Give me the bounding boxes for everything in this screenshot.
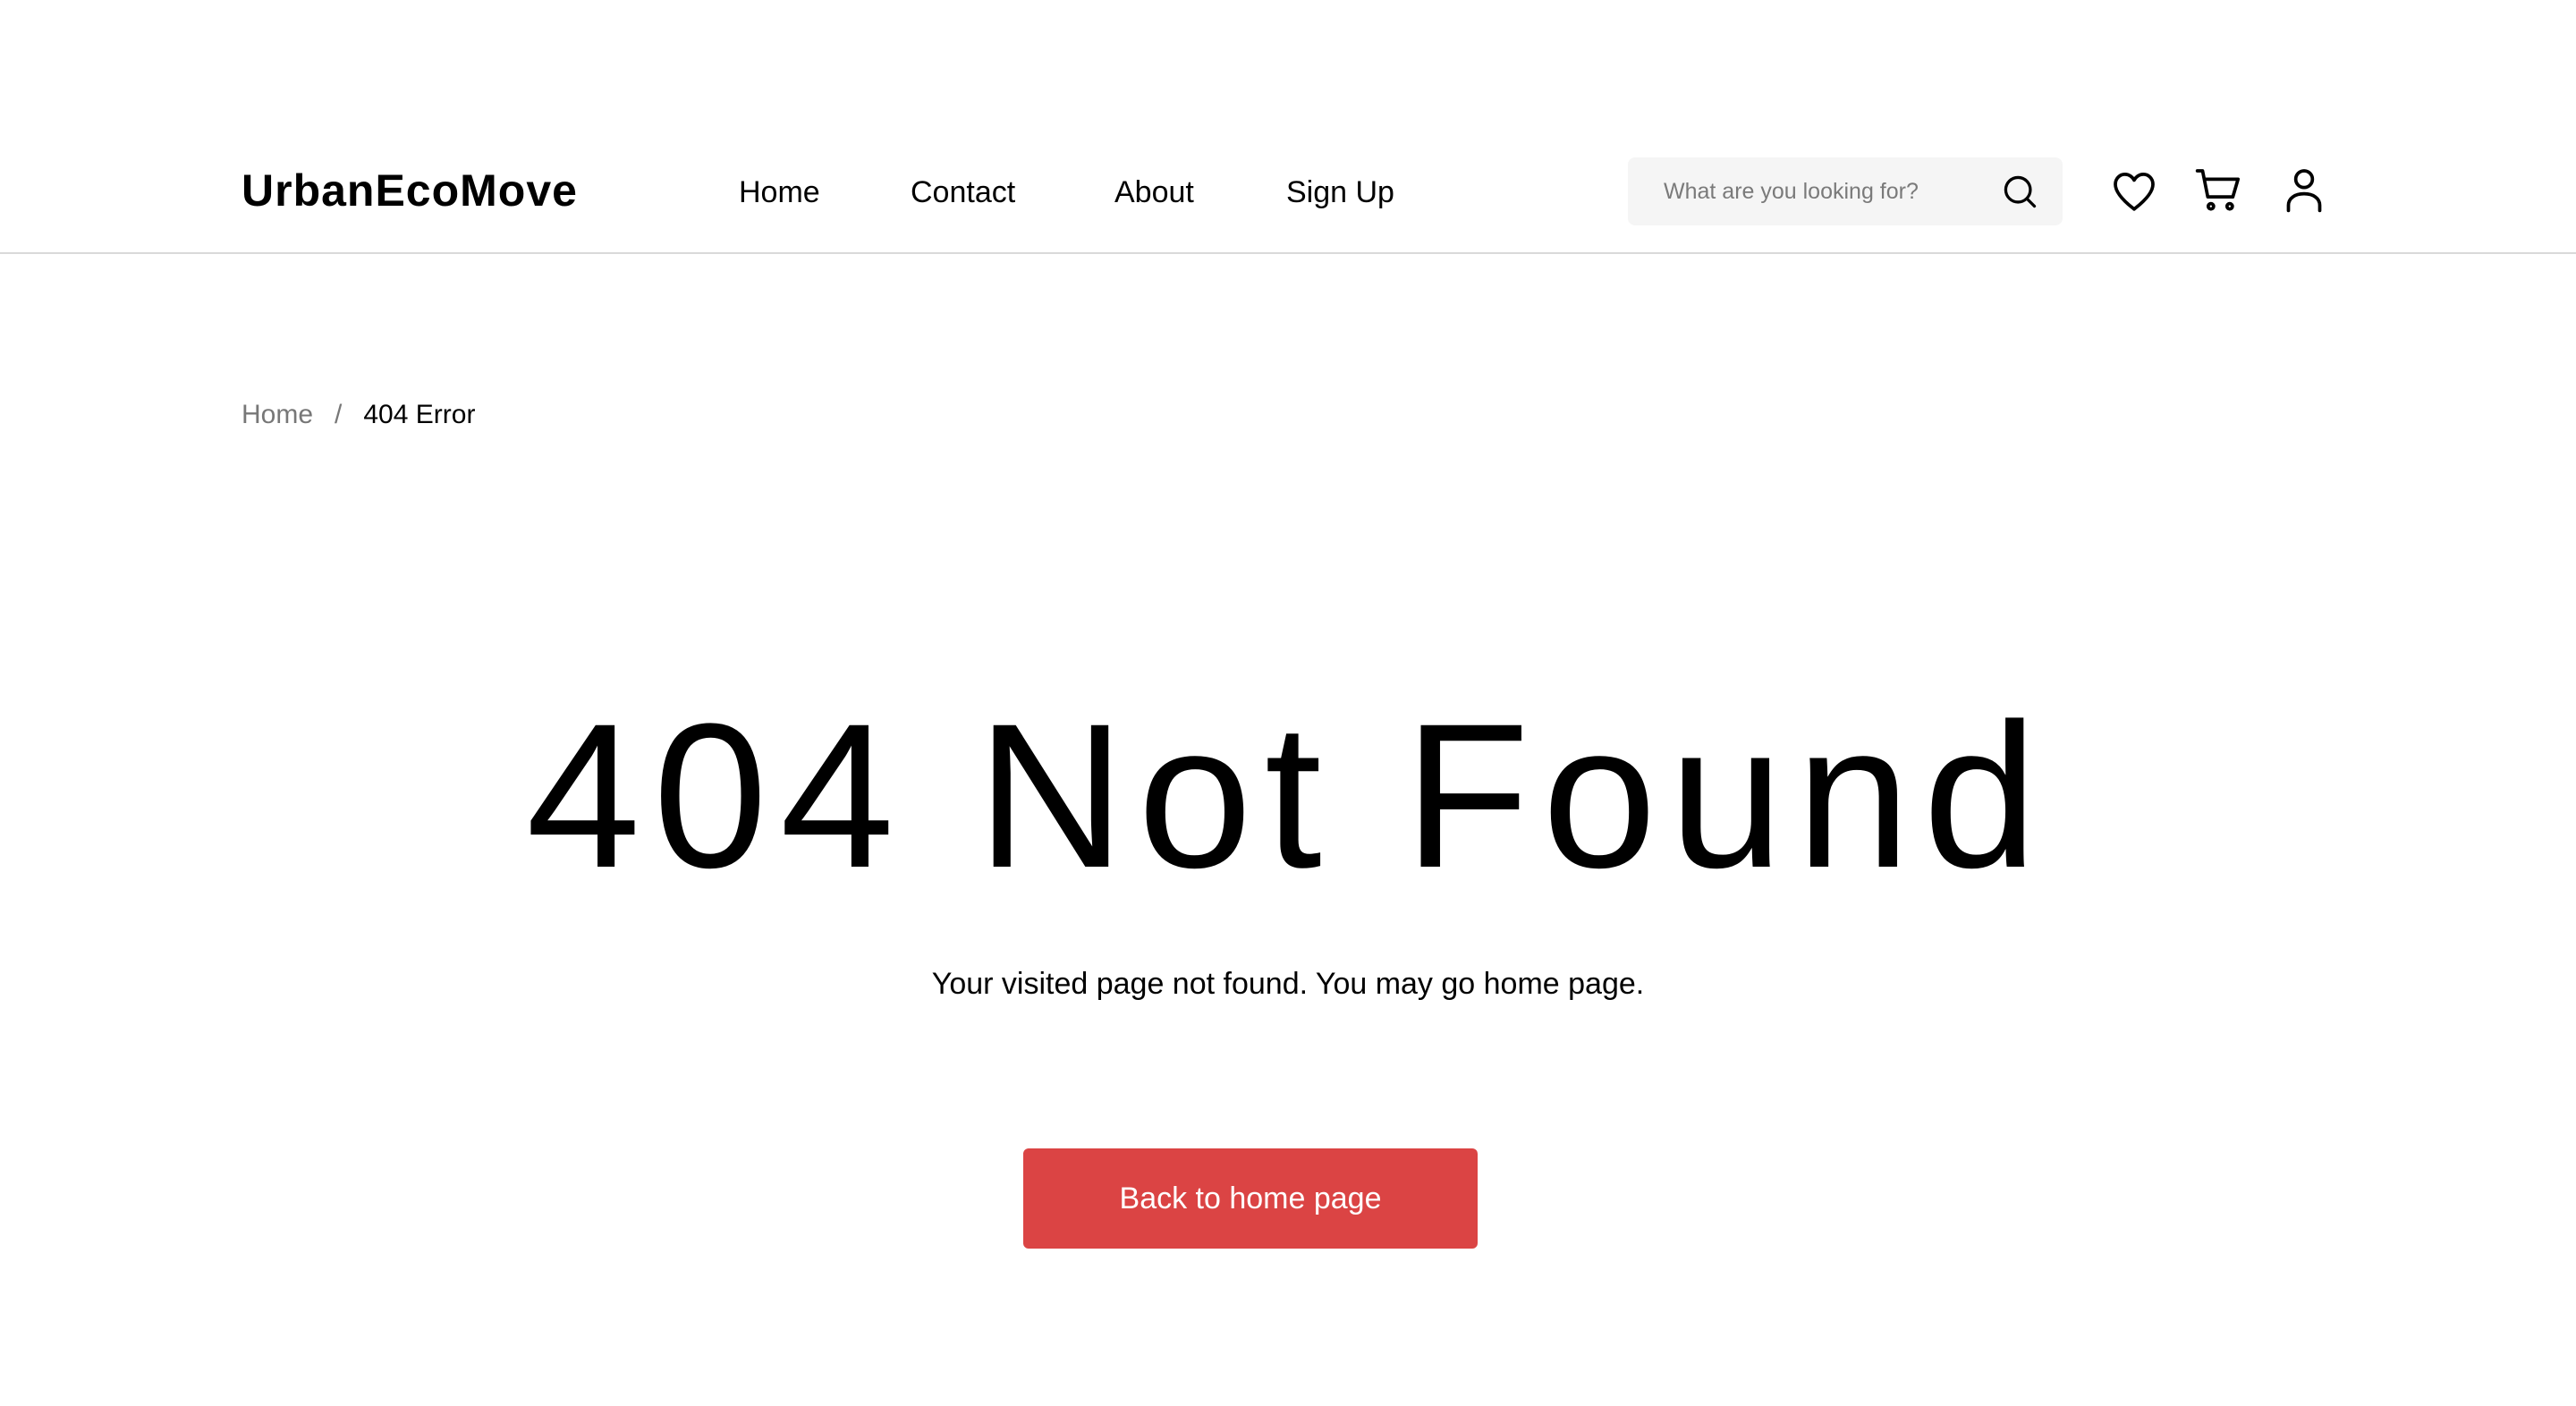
nav-home[interactable]: Home — [739, 170, 820, 215]
user-icon[interactable] — [2279, 165, 2329, 215]
search-box — [1628, 157, 2063, 225]
breadcrumb: Home / 404 Error — [242, 394, 475, 436]
search-input[interactable] — [1664, 157, 1986, 225]
heart-icon[interactable] — [2109, 166, 2159, 216]
nav-about[interactable]: About — [1114, 170, 1194, 215]
breadcrumb-home[interactable]: Home — [242, 400, 313, 429]
search-icon[interactable] — [2000, 172, 2039, 211]
back-to-home-button[interactable]: Back to home page — [1023, 1148, 1478, 1249]
error-message: Your visited page not found. You may go … — [931, 967, 1645, 1001]
logo[interactable]: UrbanEcoMove — [242, 164, 578, 217]
page: UrbanEcoMove Home Contact About Sign Up … — [0, 0, 2576, 1406]
breadcrumb-current: 404 Error — [363, 400, 476, 429]
site-header: UrbanEcoMove Home Contact About Sign Up — [0, 0, 2576, 254]
nav-sign-up[interactable]: Sign Up — [1286, 170, 1394, 215]
cart-icon[interactable] — [2193, 165, 2243, 215]
breadcrumb-separator: / — [335, 400, 343, 429]
nav-contact[interactable]: Contact — [911, 170, 1015, 215]
error-title: 404 Not Found — [526, 681, 2050, 911]
